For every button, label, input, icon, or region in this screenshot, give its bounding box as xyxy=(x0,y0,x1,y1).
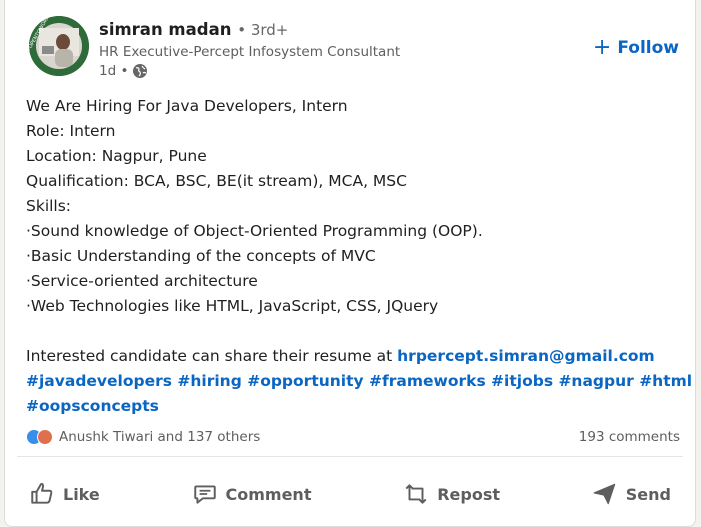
post-line: Qualification: BCA, BSC, BE(it stream), … xyxy=(26,172,407,190)
comment-button[interactable]: Comment xyxy=(178,470,326,518)
comments-count[interactable]: 193 comments xyxy=(579,429,680,445)
author-name[interactable]: simran madan • 3rd+ xyxy=(99,20,288,39)
reactions-summary[interactable]: Anushk Tiwari and 137 others xyxy=(26,429,260,445)
post-line: Location: Nagpur, Pune xyxy=(26,147,207,165)
social-counts: Anushk Tiwari and 137 others 193 comment… xyxy=(26,426,680,448)
repost-icon xyxy=(405,484,427,504)
author-name-text[interactable]: simran madan xyxy=(99,20,231,39)
reaction-icons xyxy=(26,429,53,445)
post-time: 1d • xyxy=(99,63,129,79)
author-headline: HR Executive-Percept Infosystem Consulta… xyxy=(99,44,401,60)
connection-degree: • 3rd+ xyxy=(237,21,289,39)
email-link[interactable]: hrpercept.simran@gmail.com xyxy=(397,347,655,365)
send-label: Send xyxy=(625,484,671,504)
hashtags-line[interactable]: #oopsconcepts xyxy=(26,394,676,419)
author-avatar[interactable]: #OPENTOWORK xyxy=(29,16,89,76)
follow-button[interactable]: + Follow xyxy=(592,35,679,60)
follow-label: Follow xyxy=(617,38,679,58)
like-button[interactable]: Like xyxy=(15,470,114,518)
post-line: ·Basic Understanding of the concepts of … xyxy=(26,247,376,265)
repost-button[interactable]: Repost xyxy=(389,470,514,518)
comment-label: Comment xyxy=(225,484,312,504)
post-line: We Are Hiring For Java Developers, Inter… xyxy=(26,97,348,115)
open-to-work-avatar-icon: #OPENTOWORK xyxy=(29,16,89,76)
plus-icon: + xyxy=(592,35,612,60)
feed-post-card: #OPENTOWORK simran madan • 3rd+ HR Execu… xyxy=(4,0,696,527)
post-line: Skills: xyxy=(26,197,72,215)
share-line: Interested candidate can share their res… xyxy=(26,344,676,369)
reactions-text[interactable]: Anushk Tiwari and 137 others xyxy=(59,429,260,445)
hashtags-line[interactable]: #javadevelopers #hiring #opportunity #fr… xyxy=(26,369,692,394)
repost-label: Repost xyxy=(437,484,501,504)
comment-icon xyxy=(193,485,216,504)
send-button[interactable]: Send xyxy=(578,470,685,518)
love-reaction-icon xyxy=(37,429,53,445)
post-line: ·Sound knowledge of Object-Oriented Prog… xyxy=(26,222,483,240)
globe-icon xyxy=(133,64,148,78)
like-label: Like xyxy=(63,484,100,504)
post-line: ·Web Technologies like HTML, JavaScript,… xyxy=(26,297,439,315)
thumbs-up-icon xyxy=(31,483,53,504)
post-line: Role: Intern xyxy=(26,122,116,140)
divider xyxy=(17,456,683,457)
post-body: We Are Hiring For Java Developers, Inter… xyxy=(26,94,692,419)
share-text: Interested candidate can share their res… xyxy=(26,347,398,365)
post-line: ·Service-oriented architecture xyxy=(26,272,258,290)
send-icon xyxy=(593,483,616,505)
post-timestamp: 1d • xyxy=(99,63,148,79)
post-actions: Like Comment Repost Send xyxy=(15,470,685,518)
